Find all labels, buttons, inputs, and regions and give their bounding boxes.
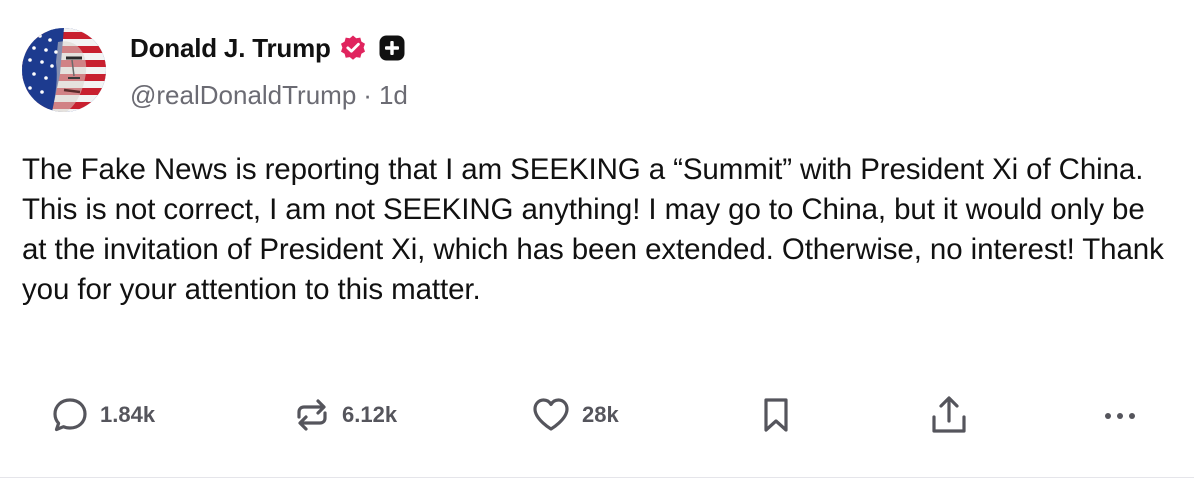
post-header: Donald J. Trump @realDonaldTrump · 1d [22,28,408,112]
bookmark-icon [764,398,788,432]
name-row: Donald J. Trump [130,32,408,64]
share-icon [932,396,966,433]
like-count: 28k [582,402,619,427]
handle[interactable]: @realDonaldTrump [130,80,356,111]
action-bar: 1.84k 6.12k 28k [0,390,1194,440]
bookmark-button[interactable] [756,390,796,440]
share-button[interactable] [928,390,970,440]
verified-badge-icon [339,34,367,62]
more-button[interactable] [1100,390,1142,440]
handle-row: @realDonaldTrump · 1d [130,80,408,111]
post-text: The Fake News is reporting that I am SEE… [22,153,1164,306]
avatar[interactable] [22,28,106,112]
retruth-count: 6.12k [342,402,398,427]
heart-icon [533,398,569,431]
more-icon [1105,413,1135,419]
author-meta: Donald J. Trump @realDonaldTrump · 1d [130,32,408,111]
reply-count: 1.84k [100,402,156,427]
retruth-button[interactable]: 6.12k [292,390,397,440]
retruth-icon [297,399,327,431]
post-card: Donald J. Trump @realDonaldTrump · 1d Th… [0,0,1194,478]
reply-button[interactable]: 1.84k [50,390,155,440]
plus-badge-icon [379,35,405,61]
reply-icon [53,398,87,432]
avatar-flag-portrait-icon [22,28,106,112]
separator: · [363,80,372,110]
display-name[interactable]: Donald J. Trump [130,33,331,64]
timestamp[interactable]: 1d [379,80,408,111]
like-button[interactable]: 28k [530,390,619,440]
